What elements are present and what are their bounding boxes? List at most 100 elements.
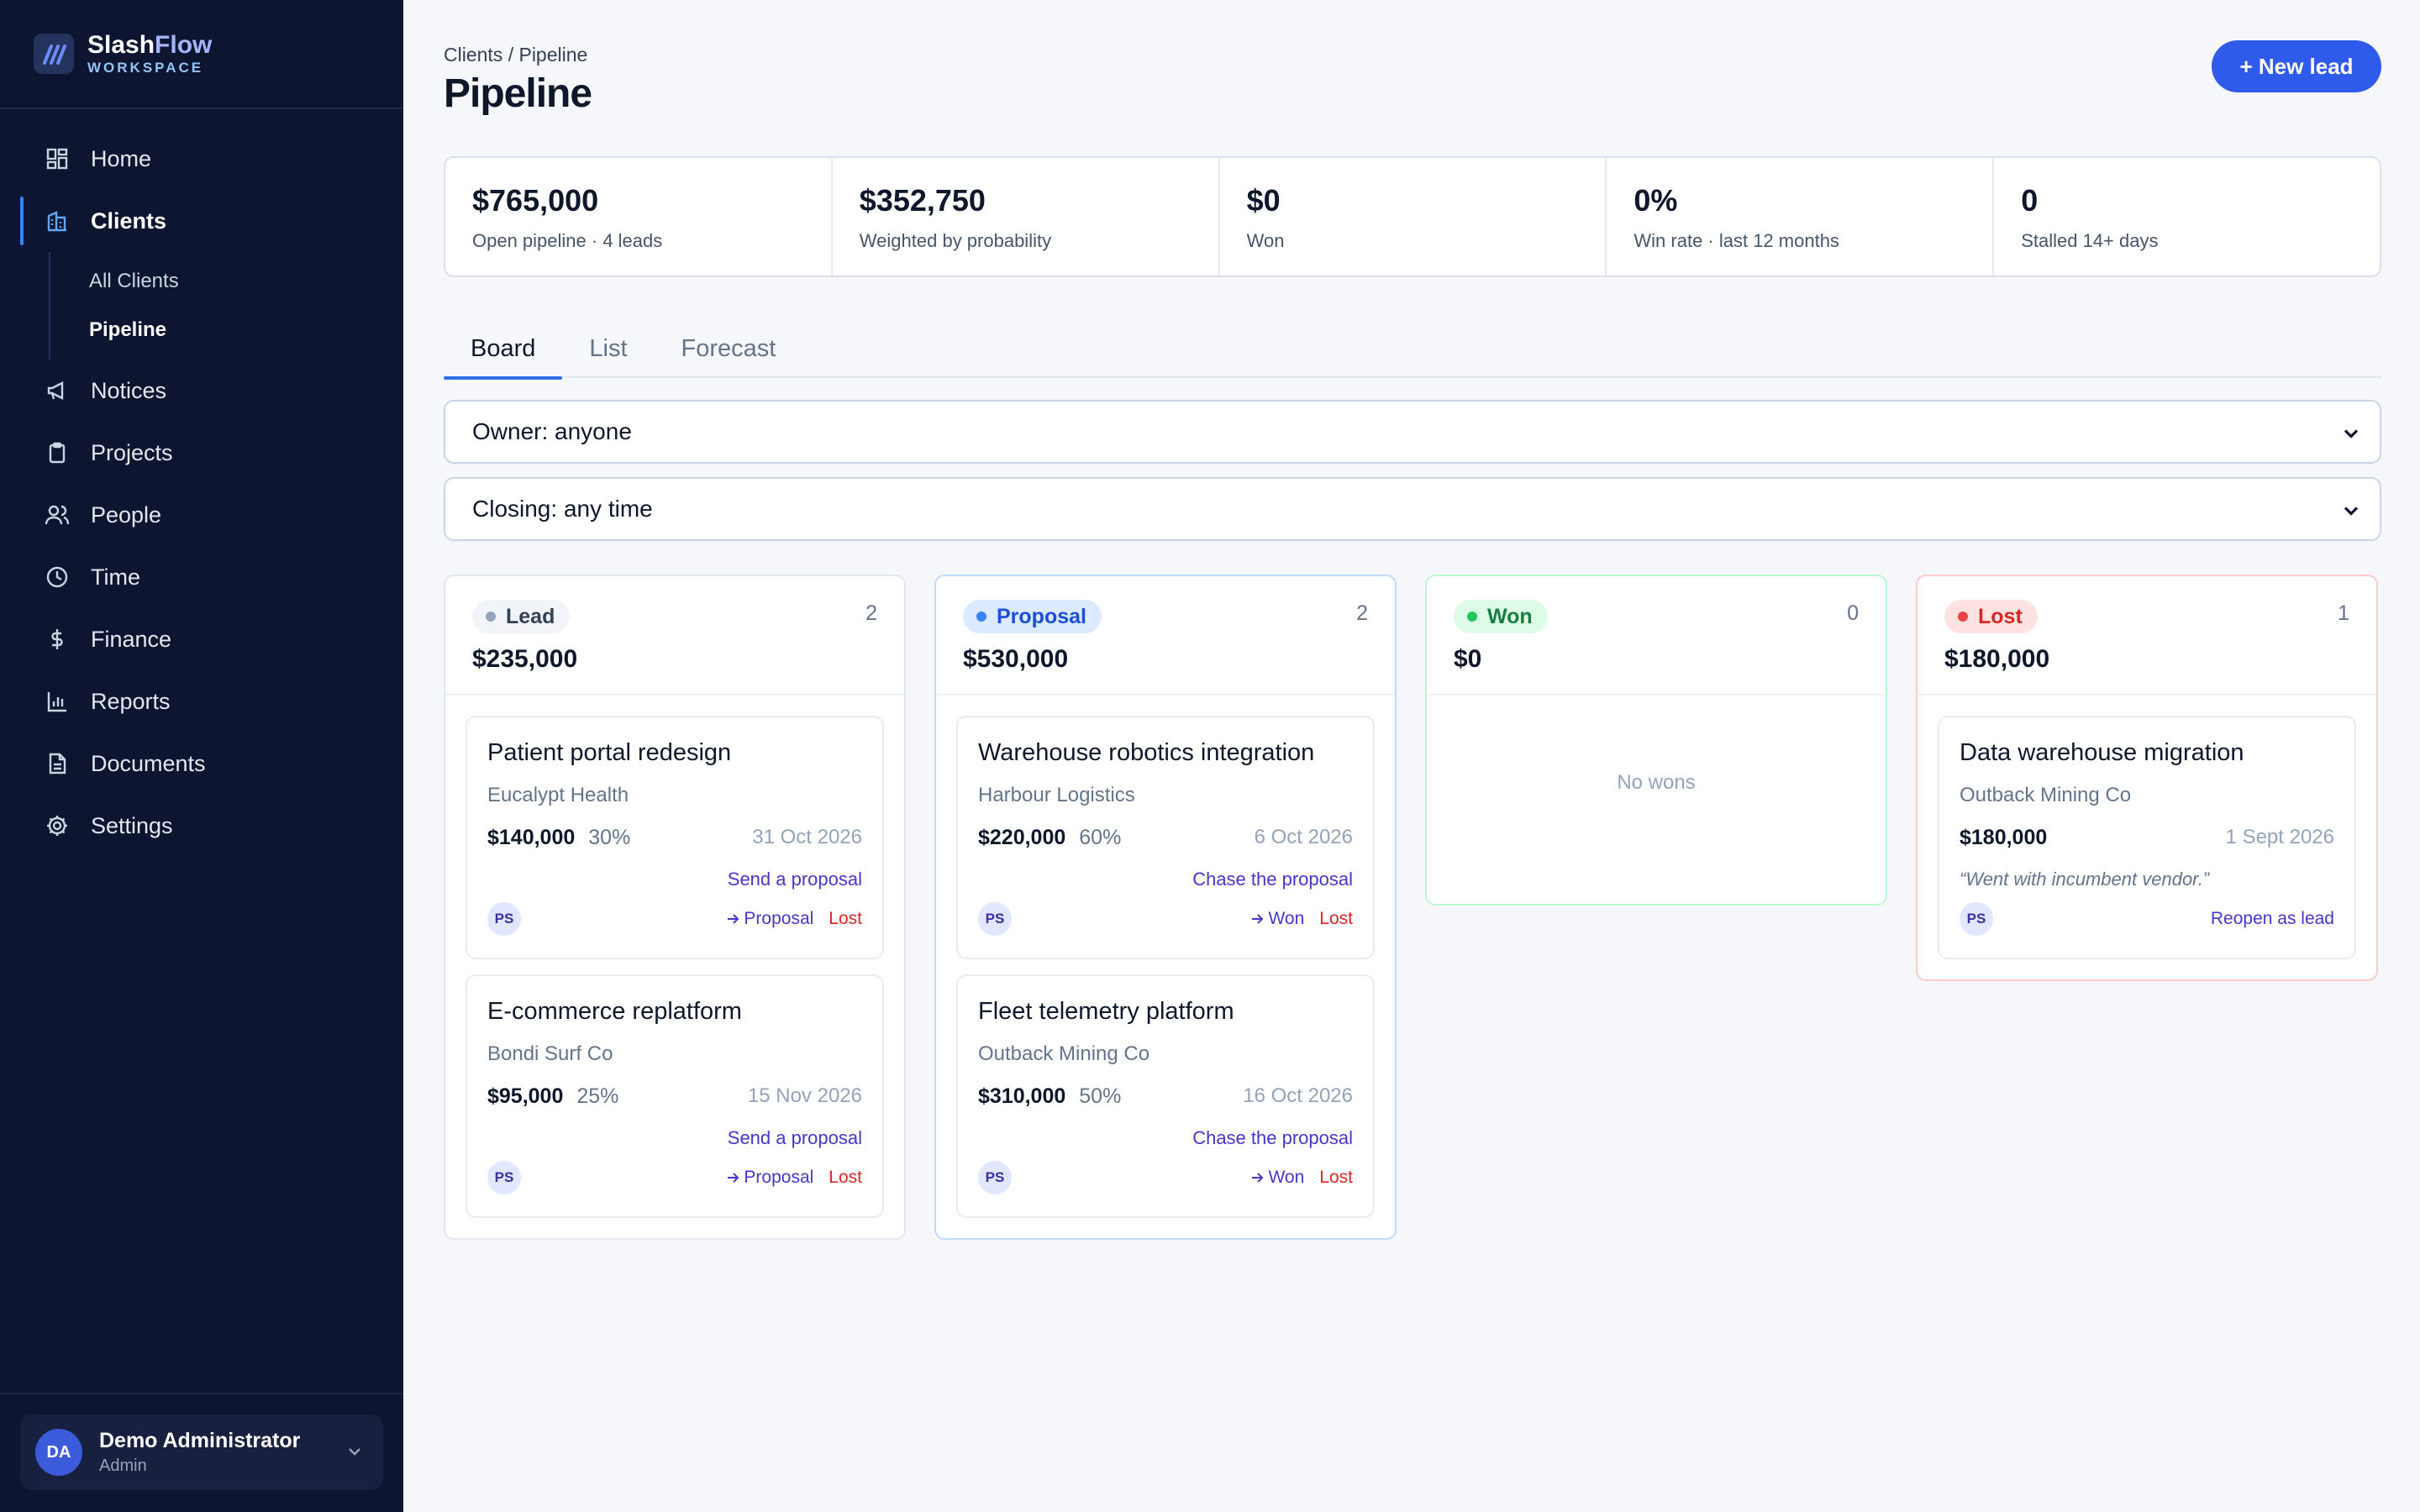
stage-badge-proposal: Proposal xyxy=(963,600,1102,633)
move-to-won-button[interactable]: Won xyxy=(1249,1168,1304,1188)
stage-badge-won: Won xyxy=(1454,600,1548,633)
nav-item-label: Documents xyxy=(91,750,206,776)
deal-card[interactable]: Data warehouse migration Outback Mining … xyxy=(1938,716,2356,959)
move-to-proposal-button[interactable]: Proposal xyxy=(725,909,813,929)
deal-title[interactable]: Fleet telemetry platform xyxy=(978,998,1353,1026)
nav-item-time[interactable]: Time xyxy=(0,546,403,608)
stat-value: 0 xyxy=(2021,183,2039,218)
arrow-right-icon xyxy=(1252,1173,1264,1183)
clock-icon xyxy=(44,564,71,591)
stat-value: $765,000 xyxy=(472,183,599,218)
chevron-down-icon xyxy=(2339,422,2363,451)
column-total: $235,000 xyxy=(472,645,578,673)
stat-won: $0 Won xyxy=(1220,158,1607,276)
deal-footer: PS Reopen as lead xyxy=(1960,902,2334,936)
nav-item-clients[interactable]: Clients xyxy=(0,190,403,252)
closing-select-value: Closing: any time xyxy=(472,496,653,522)
deal-title[interactable]: Warehouse robotics integration xyxy=(978,739,1353,767)
deal-title[interactable]: Data warehouse migration xyxy=(1960,739,2334,767)
column-count: 1 xyxy=(2338,601,2349,625)
deal-probability: 60% xyxy=(1079,826,1122,849)
move-to-won-button[interactable]: Won xyxy=(1249,909,1304,929)
next-step-link[interactable]: Chase the proposal xyxy=(978,869,1353,890)
mark-lost-button[interactable]: Lost xyxy=(1319,1168,1353,1188)
brand[interactable]: SlashFlow WORKSPACE xyxy=(0,0,403,109)
reopen-as-lead-button[interactable]: Reopen as lead xyxy=(2211,909,2334,929)
deal-probability: 30% xyxy=(588,826,631,849)
users-icon xyxy=(44,501,71,528)
column-won: Won 0 $0 No wons xyxy=(1425,575,1887,906)
column-total: $0 xyxy=(1454,645,1482,673)
deal-card[interactable]: Patient portal redesign Eucalypt Health … xyxy=(466,716,884,959)
tab-list[interactable]: List xyxy=(562,319,654,378)
column-count: 2 xyxy=(1356,601,1368,625)
stat-label: Stalled 14+ days xyxy=(2021,230,2159,251)
nav-item-label: Time xyxy=(91,564,140,590)
brand-subtitle: WORKSPACE xyxy=(87,60,204,76)
brand-name: SlashFlow xyxy=(87,31,213,59)
deal-close-date: 31 Oct 2026 xyxy=(752,826,862,848)
deal-title[interactable]: E-commerce replatform xyxy=(487,998,862,1026)
main-nav: Home Clients All Clients Pipeline Notice… xyxy=(0,109,403,857)
column-count: 0 xyxy=(1847,601,1859,625)
column-lost: Lost 1 $180,000 Data warehouse migration… xyxy=(1916,575,2378,981)
tab-board[interactable]: Board xyxy=(444,319,563,380)
mark-lost-button[interactable]: Lost xyxy=(829,909,862,929)
slashflow-logo-icon xyxy=(34,34,74,74)
nav-item-people[interactable]: People xyxy=(0,484,403,546)
subnav-pipeline[interactable]: Pipeline xyxy=(50,306,403,354)
column-body: Warehouse robotics integration Harbour L… xyxy=(936,696,1395,1238)
deal-meta: $180,000 1 Sept 2026 xyxy=(1960,826,2334,850)
column-body: No wons xyxy=(1427,696,1886,904)
next-step-link[interactable]: Send a proposal xyxy=(487,869,862,890)
stage-badge-lost: Lost xyxy=(1944,600,2038,633)
deal-amount: $180,000 xyxy=(1960,826,2048,849)
stat-weighted: $352,750 Weighted by probability xyxy=(833,158,1220,276)
stat-label: Won xyxy=(1246,230,1285,251)
subnav-all-clients[interactable]: All Clients xyxy=(50,257,403,306)
move-to-proposal-button[interactable]: Proposal xyxy=(725,1168,813,1188)
status-dot-icon xyxy=(1467,612,1477,622)
next-step-link[interactable]: Chase the proposal xyxy=(978,1127,1353,1149)
nav-item-settings[interactable]: Settings xyxy=(0,795,403,857)
chevron-down-icon[interactable] xyxy=(345,1441,365,1466)
stat-label: Open pipeline · 4 leads xyxy=(472,230,663,251)
main-content: Clients / Pipeline Pipeline + New lead $… xyxy=(403,0,2420,1512)
deal-meta: $310,000 50% 16 Oct 2026 xyxy=(978,1084,1353,1109)
deal-card[interactable]: Fleet telemetry platform Outback Mining … xyxy=(956,974,1375,1218)
new-lead-button[interactable]: + New lead xyxy=(2212,40,2381,92)
closing-select[interactable]: Closing: any time xyxy=(444,477,2381,541)
deal-actions: Won Lost xyxy=(1249,1168,1353,1188)
nav-item-reports[interactable]: Reports xyxy=(0,670,403,732)
nav-item-finance[interactable]: Finance xyxy=(0,608,403,670)
nav-item-notices[interactable]: Notices xyxy=(0,360,403,422)
megaphone-icon xyxy=(44,377,71,404)
bar-chart-icon xyxy=(44,688,71,715)
breadcrumb[interactable]: Clients / Pipeline xyxy=(444,44,587,66)
deal-meta: $140,000 30% 31 Oct 2026 xyxy=(487,826,862,850)
deal-title[interactable]: Patient portal redesign xyxy=(487,739,862,767)
tab-forecast[interactable]: Forecast xyxy=(655,319,803,378)
nav-item-documents[interactable]: Documents xyxy=(0,732,403,795)
column-header: Lost 1 $180,000 xyxy=(1918,576,2376,696)
nav-item-projects[interactable]: Projects xyxy=(0,422,403,484)
stage-badge-lead: Lead xyxy=(472,600,571,633)
deal-close-date: 16 Oct 2026 xyxy=(1243,1084,1353,1107)
column-lead: Lead 2 $235,000 Patient portal redesign … xyxy=(444,575,906,1240)
column-proposal: Proposal 2 $530,000 Warehouse robotics i… xyxy=(934,575,1397,1240)
stat-value: $352,750 xyxy=(859,183,986,218)
stats-bar: $765,000 Open pipeline · 4 leads $352,75… xyxy=(444,156,2381,277)
deal-card[interactable]: Warehouse robotics integration Harbour L… xyxy=(956,716,1375,959)
mark-lost-button[interactable]: Lost xyxy=(1319,909,1353,929)
owner-select[interactable]: Owner: anyone xyxy=(444,400,2381,464)
deal-card[interactable]: E-commerce replatform Bondi Surf Co $95,… xyxy=(466,974,884,1218)
nav-item-label: Settings xyxy=(91,812,173,838)
nav-item-home[interactable]: Home xyxy=(0,128,403,190)
deal-amount: $220,000 xyxy=(978,826,1066,849)
next-step-link[interactable]: Send a proposal xyxy=(487,1127,862,1149)
user-menu[interactable]: DA Demo Administrator Admin xyxy=(20,1415,383,1490)
deal-actions: Won Lost xyxy=(1249,909,1353,929)
deal-amount: $140,000 xyxy=(487,826,576,849)
stat-value: 0% xyxy=(1634,183,1678,218)
mark-lost-button[interactable]: Lost xyxy=(829,1168,862,1188)
